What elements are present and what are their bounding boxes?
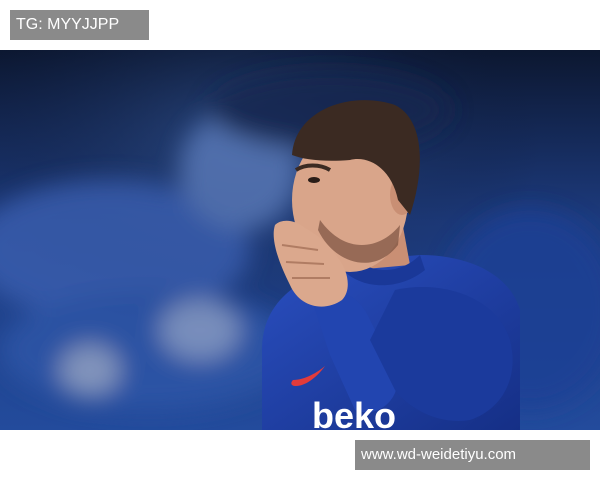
photo: beko — [0, 50, 600, 430]
watermark-top-label: TG: MYYJJPP — [10, 10, 149, 40]
jersey-sponsor-text: beko — [312, 395, 396, 430]
page: TG: MYYJJPP beko www.wd-weidetiyu.com — [0, 0, 600, 480]
watermark-bottom-url: www.wd-weidetiyu.com — [355, 440, 590, 470]
